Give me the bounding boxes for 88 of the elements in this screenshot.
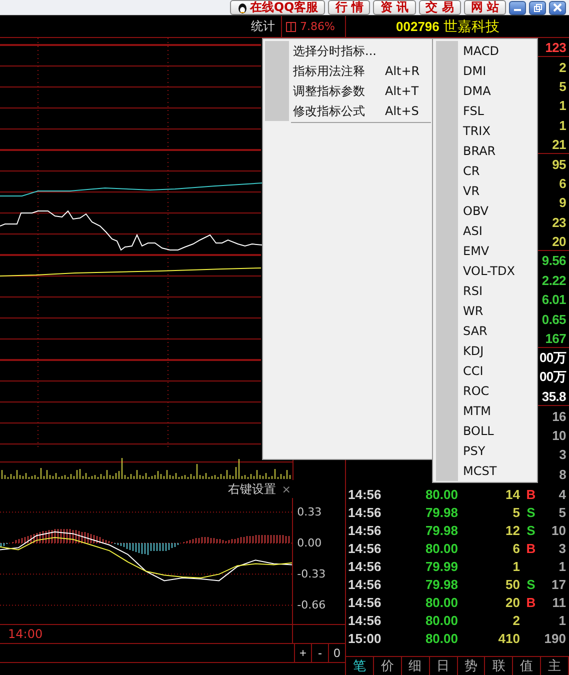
quote-value: 123	[545, 40, 566, 55]
trade-volume: 12	[504, 523, 520, 538]
trade-side: B	[525, 487, 537, 502]
quote-value: 8	[559, 466, 566, 482]
trade-time: 14:56	[348, 487, 382, 502]
penguin-icon	[236, 2, 248, 14]
chart-title: 统计	[251, 18, 275, 35]
trade-price: 80.00	[424, 541, 458, 556]
quote-value: 6.01	[542, 292, 566, 308]
trade-price: 79.98	[424, 577, 458, 592]
panel-title: 右键设置	[228, 480, 276, 498]
trade-side: B	[525, 595, 537, 610]
trade-count: 10	[550, 523, 566, 538]
trade-price: 80.00	[424, 595, 458, 610]
quote-value: 00万	[539, 348, 566, 367]
trade-volume: 410	[497, 631, 520, 646]
trade-time: 14:56	[348, 505, 382, 520]
trade-volume: 14	[504, 487, 520, 502]
trade-count: 3	[558, 541, 566, 556]
restore-button[interactable]	[529, 0, 546, 14]
trade-price: 79.98	[424, 523, 458, 538]
axis-label: -0.33	[297, 568, 326, 581]
window-icon[interactable]	[286, 22, 296, 32]
quote-value: 6	[559, 176, 566, 191]
trade-time: 14:56	[348, 577, 382, 592]
online-service-button[interactable]: 在线QQ客服	[230, 0, 326, 15]
quote-value: 1	[559, 118, 566, 133]
trade-time: 14:56	[348, 559, 382, 574]
trade-side: S	[526, 577, 536, 592]
quote-value: 20	[552, 234, 566, 249]
trade-count: 1	[558, 613, 566, 628]
trade-volume: 5	[512, 505, 520, 520]
axis-label: -0.66	[297, 598, 326, 612]
trade-price: 79.98	[424, 505, 458, 520]
restore-icon	[533, 3, 542, 12]
trade-time: 15:00	[348, 631, 382, 646]
trade-time: 14:56	[348, 541, 382, 556]
quote-value: 2.22	[542, 272, 566, 288]
quote-value: 2	[559, 60, 566, 75]
close-button[interactable]: ×	[282, 482, 291, 496]
trade-count: 4	[558, 487, 566, 502]
stock-name: 世嘉科技	[443, 18, 500, 36]
quote-value: 1	[559, 98, 566, 114]
trade-side: S	[526, 505, 536, 520]
quote-value: 95	[552, 156, 566, 172]
trade-volume: 2	[512, 613, 520, 628]
minimize-button[interactable]	[509, 0, 526, 14]
trade-price: 80.00	[424, 613, 458, 628]
quote-value: 23	[552, 214, 566, 230]
trade-time: 14:56	[348, 613, 382, 628]
trade-price: 80.00	[424, 487, 458, 502]
trade-count: 5	[558, 505, 566, 520]
trade-price: 80.00	[424, 631, 458, 646]
quote-value: 10	[552, 428, 566, 443]
trade-side: B	[525, 541, 537, 556]
quote-value: 21	[552, 136, 566, 152]
time-label: 14:00	[8, 627, 43, 641]
stock-code: 002796	[396, 19, 440, 34]
trade-time: 14:56	[348, 523, 382, 538]
menu-button[interactable]: 网 站	[464, 0, 506, 15]
quote-value: 16	[552, 408, 566, 424]
trade-volume: 1	[512, 559, 520, 574]
trade-count: 11	[551, 595, 566, 610]
trade-volume: 50	[504, 577, 520, 592]
menu-button[interactable]: 行 情	[328, 0, 370, 15]
menu-button[interactable]: 资 讯	[373, 0, 416, 15]
change-percent: 7.86%	[300, 20, 335, 33]
quote-value: 9.56	[542, 253, 566, 268]
quote-value: 35.8	[542, 388, 566, 404]
trade-volume: 6	[512, 541, 520, 556]
trade-volume: 20	[504, 595, 520, 610]
quote-value: 0.65	[542, 312, 566, 327]
close-button[interactable]	[549, 0, 566, 14]
quote-value: 5	[559, 78, 566, 94]
trade-time: 14:56	[348, 595, 382, 610]
axis-label: 0.33	[297, 506, 322, 519]
quote-value: 9	[559, 195, 566, 210]
quote-value: 167	[545, 330, 566, 346]
trade-price: 79.99	[424, 559, 458, 574]
trade-side: S	[526, 523, 536, 538]
trade-count: 17	[550, 577, 566, 592]
close-icon	[553, 3, 562, 12]
menu-button[interactable]: 交 易	[418, 0, 461, 15]
quote-value: 00万	[539, 368, 566, 386]
trade-count: 190	[543, 631, 566, 646]
axis-label: 0.00	[297, 536, 322, 550]
trade-count: 1	[558, 559, 566, 574]
quote-value: 3	[559, 447, 566, 462]
